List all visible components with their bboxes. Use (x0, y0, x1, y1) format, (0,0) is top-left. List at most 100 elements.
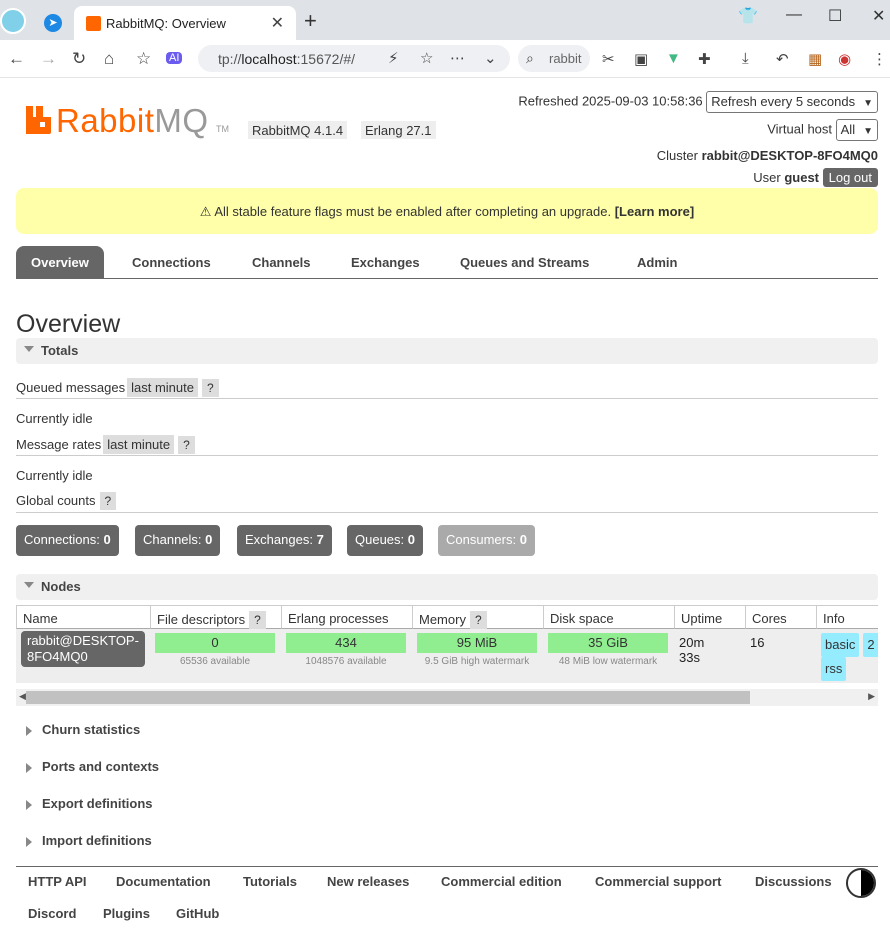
file-descriptors-cell: 0 65536 available (150, 629, 282, 683)
browser-tab-title: RabbitMQ: Overview (106, 16, 226, 31)
tab-admin[interactable]: Admin (622, 246, 692, 279)
vue-devtools-icon[interactable]: ▼ (666, 50, 681, 67)
footer-link-plugins[interactable]: Plugins (103, 906, 150, 921)
export-definitions-section[interactable]: Export definitions (16, 796, 153, 811)
bookmark-star-icon[interactable]: ☆ (420, 49, 433, 67)
more-icon[interactable]: ⋯ (450, 49, 465, 67)
cores-cell: 16 (745, 629, 817, 683)
refreshed-label: Refreshed 2025-09-03 10:58:36 (518, 93, 703, 109)
column-header-disk-space[interactable]: Disk space (543, 605, 675, 629)
learn-more-link[interactable]: [Learn more] (615, 204, 694, 219)
churn-statistics-section[interactable]: Churn statistics (16, 722, 140, 737)
footer-link-commercial-support[interactable]: Commercial support (595, 874, 721, 889)
download-icon[interactable]: ⤓ (742, 50, 749, 67)
new-tab-icon[interactable]: + (304, 8, 317, 34)
scissors-icon[interactable]: ✂ (602, 50, 615, 68)
reload-icon[interactable]: ↻ (72, 49, 86, 69)
global-counts-row: Global counts? (16, 492, 117, 510)
help-button[interactable]: ? (178, 436, 195, 454)
column-header-info[interactable]: Info (816, 605, 878, 629)
divider (16, 512, 878, 513)
maximize-icon[interactable]: ☐ (828, 6, 842, 26)
scroll-left-icon[interactable]: ◀ (19, 691, 26, 702)
footer-link-discussions[interactable]: Discussions (755, 874, 832, 889)
expand-triangle-icon (26, 799, 32, 810)
tab-channels[interactable]: Channels (237, 246, 326, 279)
rabbitmq-favicon-icon (86, 16, 101, 31)
menu-icon[interactable]: ⋮ (872, 50, 887, 68)
minimize-icon[interactable]: — (786, 6, 802, 24)
favorites-icon[interactable]: ☆ (136, 49, 151, 69)
connections-count-button[interactable]: Connections: 0 (16, 525, 119, 556)
chevron-down-icon[interactable]: ⌄ (484, 49, 497, 67)
footer-link-http-api[interactable]: HTTP API (28, 874, 87, 889)
channels-count-button[interactable]: Channels: 0 (135, 525, 221, 556)
column-header-file-descriptors[interactable]: File descriptors? (150, 605, 282, 629)
node-name-link[interactable]: rabbit@DESKTOP- 8FO4MQ0 (21, 631, 145, 667)
back-icon[interactable]: ← (8, 49, 25, 69)
browser-app-icon[interactable] (0, 8, 26, 34)
search-box[interactable]: ⌕ rabbit (518, 45, 590, 72)
footer-link-discord[interactable]: Discord (28, 906, 76, 921)
shirt-icon[interactable]: 👕 (738, 6, 758, 26)
ai-icon[interactable]: AI (166, 52, 183, 64)
tab-exchanges[interactable]: Exchanges (336, 246, 435, 279)
memory-gauge: 95 MiB (417, 633, 537, 653)
queues-count-button[interactable]: Queues: 0 (347, 525, 424, 556)
close-window-icon[interactable]: ✕ (872, 6, 885, 26)
briefcase-icon[interactable]: ▦ (808, 50, 822, 68)
column-header-cores[interactable]: Cores (745, 605, 817, 629)
extensions-icon[interactable]: ✚ (698, 50, 711, 68)
theme-toggle-icon[interactable] (846, 868, 876, 898)
telegram-icon[interactable]: ➤ (44, 14, 62, 32)
tab-overview[interactable]: Overview (16, 246, 104, 279)
uptime-cell: 20m 33s (674, 629, 746, 683)
reader-icon[interactable]: ▣ (634, 50, 648, 68)
scroll-right-icon[interactable]: ▶ (868, 691, 875, 702)
logout-button[interactable]: Log out (822, 168, 878, 187)
footer-link-github[interactable]: GitHub (176, 906, 219, 921)
browser-tab[interactable]: RabbitMQ: Overview ✕ (74, 6, 296, 40)
forward-icon[interactable]: → (40, 49, 57, 69)
footer-link-tutorials[interactable]: Tutorials (243, 874, 297, 889)
help-button[interactable]: ? (202, 379, 219, 397)
ports-and-contexts-section[interactable]: Ports and contexts (16, 759, 159, 774)
help-button[interactable]: ? (469, 611, 487, 629)
disk-space-watermark: 48 MiB low watermark (558, 656, 658, 667)
column-header-erlang-processes[interactable]: Erlang processes (281, 605, 413, 629)
node-name-cell: rabbit@DESKTOP- 8FO4MQ0 (16, 629, 151, 683)
queued-range-select[interactable]: last minute (127, 378, 198, 397)
cluster-label: Cluster (656, 148, 698, 163)
nodes-section-header[interactable]: Nodes (16, 574, 878, 600)
vhost-select[interactable]: All ▼ (835, 119, 878, 141)
tab-connections[interactable]: Connections (117, 246, 226, 279)
scrollbar-thumb[interactable] (26, 691, 750, 704)
help-button[interactable]: ? (99, 492, 117, 510)
nodes-horizontal-scrollbar[interactable]: ◀ ▶ (16, 689, 878, 706)
rates-range-select[interactable]: last minute (103, 435, 175, 454)
column-header-memory[interactable]: Memory? (412, 605, 544, 629)
memory-cell: 95 MiB 9.5 GiB high watermark (412, 629, 544, 683)
queued-messages-label: Queued messages (16, 380, 126, 395)
column-header-name[interactable]: Name (16, 605, 151, 629)
totals-section-header[interactable]: Totals (16, 338, 878, 364)
lightning-icon[interactable]: ⚡ (388, 49, 399, 67)
help-button[interactable]: ? (249, 611, 266, 629)
import-definitions-section[interactable]: Import definitions (16, 833, 152, 848)
column-header-uptime[interactable]: Uptime (674, 605, 746, 629)
footer-link-new-releases[interactable]: New releases (327, 874, 409, 889)
queued-status: Currently idle (16, 411, 93, 426)
refresh-select[interactable]: Refresh every 5 seconds ▼ (706, 91, 878, 113)
undo-icon[interactable]: ↶ (776, 50, 789, 68)
tab-queues-and-streams[interactable]: Queues and Streams (445, 246, 604, 279)
profile-ai-icon[interactable]: ◉ (838, 50, 851, 68)
footer-link-commercial-edition[interactable]: Commercial edition (441, 874, 562, 889)
address-bar[interactable]: tp://localhost:15672/#/ ⚡ ☆ ⋯ ⌄ (198, 45, 510, 72)
erlang-badge: Erlang 27.1 (361, 121, 436, 139)
consumers-count-button[interactable]: Consumers: 0 (438, 525, 535, 556)
home-icon[interactable]: ⌂ (104, 49, 114, 69)
footer-link-documentation[interactable]: Documentation (116, 874, 211, 889)
exchanges-count-button[interactable]: Exchanges: 7 (237, 525, 332, 556)
close-tab-icon[interactable]: ✕ (271, 13, 284, 33)
user-row: User guest Log out (753, 168, 878, 187)
